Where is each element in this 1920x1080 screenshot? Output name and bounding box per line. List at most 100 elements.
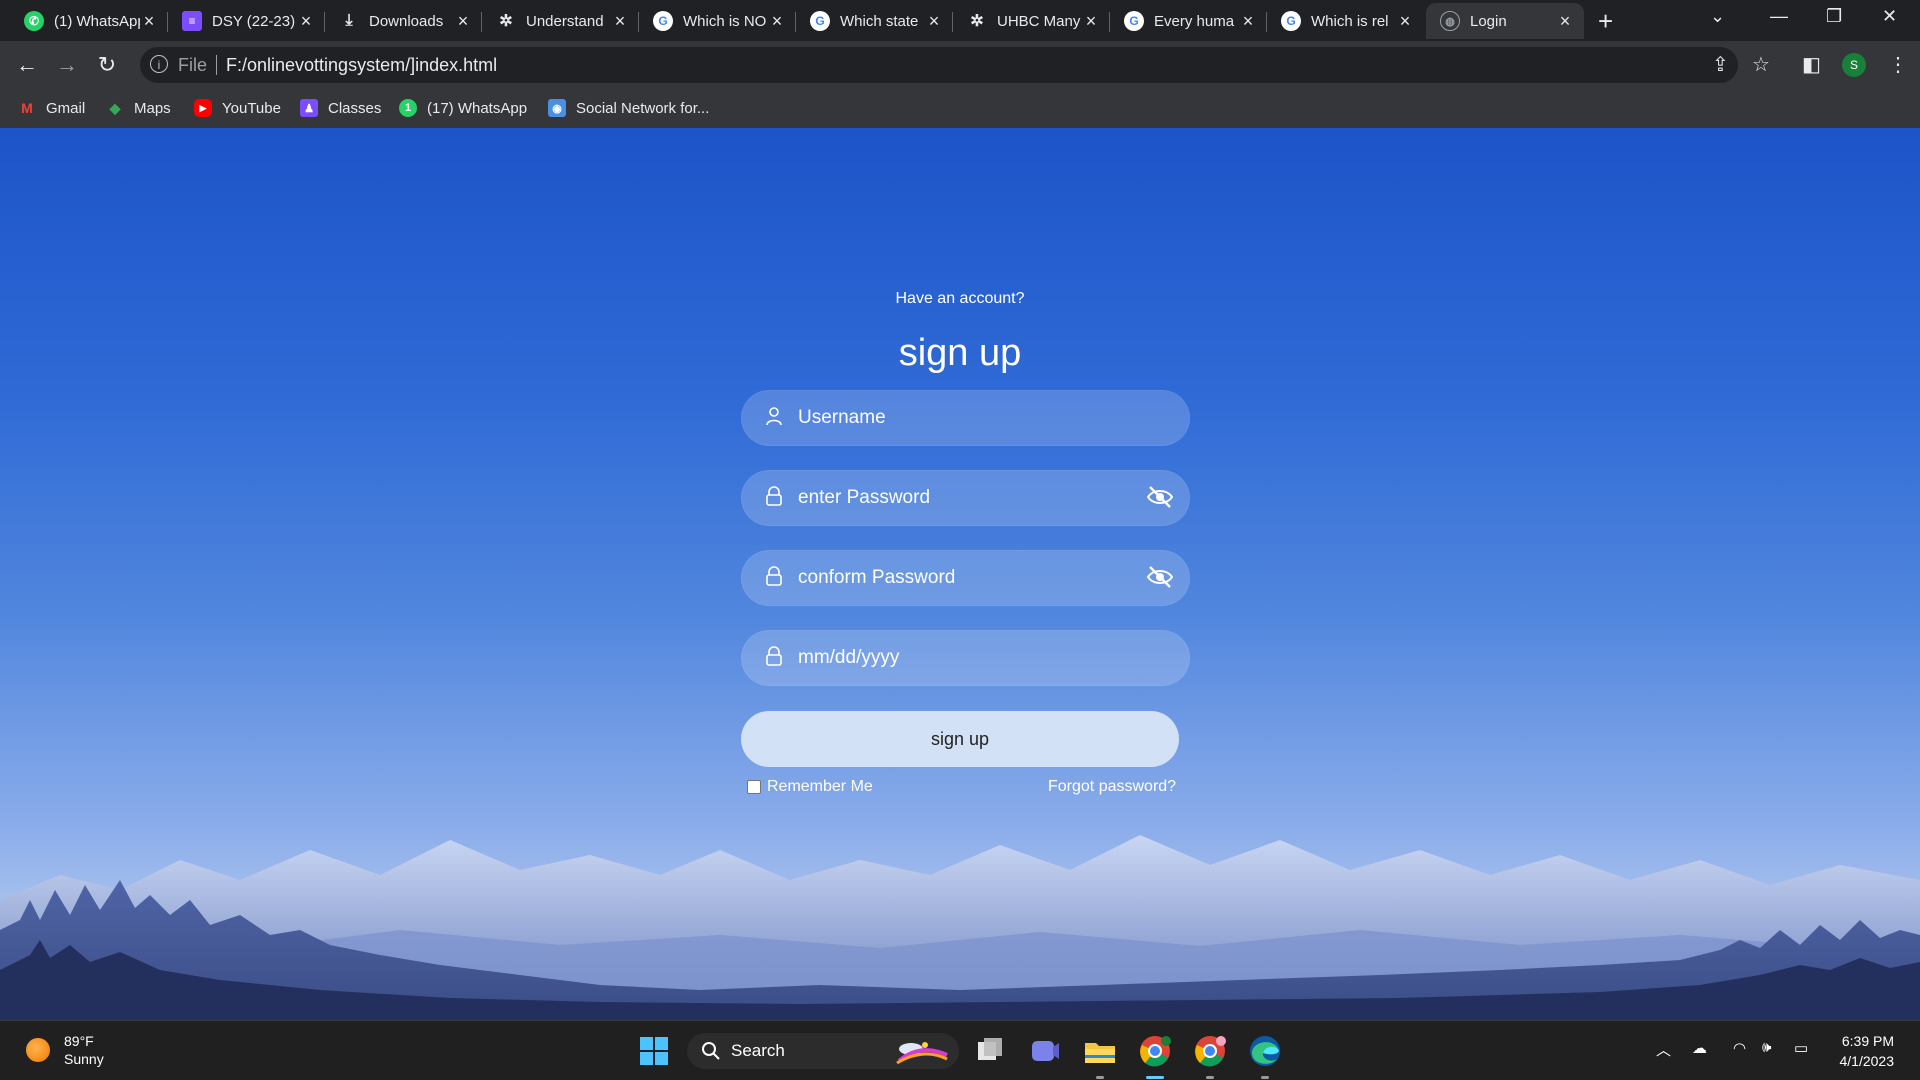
close-icon[interactable]: ×: [140, 11, 158, 32]
tab-title: Which state: [840, 12, 919, 30]
lock-icon: [766, 486, 782, 506]
share-icon[interactable]: ⇪: [1712, 52, 1729, 77]
social-network-icon: ◉: [548, 99, 566, 117]
url-divider: [216, 55, 217, 75]
remember-me-checkbox[interactable]: [747, 780, 761, 794]
tab-dsy[interactable]: ≡ DSY (22-23) ×: [168, 3, 325, 39]
taskbar-search[interactable]: Search: [687, 1033, 959, 1069]
date-field[interactable]: mm/dd/yyyy: [741, 630, 1190, 686]
bookmark-star-icon[interactable]: ☆: [1752, 52, 1770, 77]
bookmark-classes[interactable]: ♟ Classes: [300, 97, 381, 119]
tab-search-icon[interactable]: ⌄: [1710, 6, 1725, 27]
chrome-icon[interactable]: [1137, 1033, 1173, 1069]
tab-title: UHBC Many: [997, 12, 1081, 30]
bookmark-label: Maps: [134, 99, 171, 117]
weather-widget[interactable]: 89°F Sunny: [26, 1032, 104, 1068]
tab-which-is-no[interactable]: G Which is NO ×: [639, 3, 796, 39]
close-icon[interactable]: ×: [1082, 11, 1100, 32]
tab-title: Downloads: [369, 12, 444, 30]
page-title: sign up: [898, 332, 1022, 374]
tab-title: Which is rel: [1311, 12, 1389, 30]
tab-whatsapp[interactable]: ✆ (1) WhatsApp ×: [10, 3, 168, 39]
chrome-profile-icon[interactable]: [1192, 1033, 1228, 1069]
bookmark-maps[interactable]: ◆ Maps: [106, 97, 171, 119]
show-hidden-icons-icon[interactable]: ︿: [1656, 1039, 1671, 1060]
eye-slash-icon[interactable]: [1146, 564, 1174, 590]
tab-understand[interactable]: ✲ Understand ×: [482, 3, 639, 39]
bookmark-gmail[interactable]: M Gmail: [18, 97, 85, 119]
running-indicator: [1146, 1076, 1164, 1079]
list-icon: ≡: [182, 11, 202, 31]
bookmarks-bar: M Gmail ◆ Maps ▶ YouTube ♟ Classes 1 (17…: [0, 89, 1920, 129]
google-icon: G: [1124, 11, 1144, 31]
lock-icon: [766, 646, 782, 666]
url-text[interactable]: F:/onlinevottingsystem/]index.html: [226, 55, 497, 76]
tab-which-is-rel[interactable]: G Which is rel ×: [1267, 3, 1424, 39]
bookmark-youtube[interactable]: ▶ YouTube: [194, 97, 281, 119]
more-menu-icon[interactable]: ⋮: [1888, 52, 1908, 77]
tab-every-human[interactable]: G Every huma ×: [1110, 3, 1267, 39]
volume-icon[interactable]: 🕪: [1762, 1039, 1771, 1056]
close-icon[interactable]: ×: [611, 11, 629, 32]
download-icon: ⤓: [345, 12, 353, 29]
windows-start-icon[interactable]: [636, 1033, 672, 1069]
info-icon[interactable]: i: [150, 55, 168, 73]
tab-which-state[interactable]: G Which state ×: [796, 3, 953, 39]
remember-me-label: Remember Me: [767, 778, 873, 795]
forward-icon[interactable]: →: [53, 51, 81, 79]
battery-icon[interactable]: ▭: [1794, 1039, 1808, 1057]
bookmark-label: YouTube: [222, 99, 281, 117]
close-icon[interactable]: ×: [1556, 11, 1574, 32]
openai-icon: ✲: [499, 13, 513, 30]
teams-chat-icon[interactable]: [1027, 1033, 1063, 1069]
sign-up-button[interactable]: sign up: [741, 711, 1179, 767]
close-icon[interactable]: ×: [297, 11, 315, 32]
close-icon[interactable]: ×: [768, 11, 786, 32]
lock-icon: [766, 566, 782, 586]
tab-title: (1) WhatsApp: [54, 12, 140, 30]
restore-icon[interactable]: ❐: [1826, 6, 1842, 27]
eye-slash-icon[interactable]: [1146, 484, 1174, 510]
google-icon: G: [1281, 11, 1301, 31]
new-tab-button[interactable]: +: [1598, 6, 1613, 37]
onedrive-icon[interactable]: ☁: [1692, 1039, 1707, 1057]
openai-icon: ✲: [970, 13, 984, 30]
reload-icon[interactable]: ↻: [93, 51, 121, 79]
close-icon[interactable]: ×: [454, 11, 472, 32]
remember-me[interactable]: Remember Me: [747, 778, 873, 796]
edge-icon[interactable]: [1247, 1033, 1283, 1069]
window-close-icon[interactable]: ✕: [1882, 6, 1897, 27]
confirm-password-field[interactable]: conform Password: [741, 550, 1190, 606]
task-view-icon[interactable]: [972, 1033, 1008, 1069]
bookmark-social-network[interactable]: ◉ Social Network for...: [548, 97, 709, 119]
wifi-icon[interactable]: ◠: [1733, 1039, 1746, 1057]
side-panel-icon[interactable]: ◧: [1802, 52, 1821, 77]
close-icon[interactable]: ×: [1396, 11, 1414, 32]
tab-title: Which is NO: [683, 12, 767, 30]
mountain-landscape: [0, 835, 1920, 1020]
file-explorer-icon[interactable]: [1082, 1033, 1118, 1069]
bookmark-label: (17) WhatsApp: [427, 99, 528, 117]
windows-taskbar: 89°F Sunny Search ︿ ☁ ◠ 🕪 ▭ 6:39 PM 4/1/…: [0, 1020, 1920, 1080]
back-icon[interactable]: ←: [13, 51, 41, 79]
confirm-password-placeholder: conform Password: [798, 567, 956, 588]
close-icon[interactable]: ×: [925, 11, 943, 32]
close-icon[interactable]: ×: [1239, 11, 1257, 32]
sun-icon: [26, 1038, 50, 1062]
tab-title: DSY (22-23): [212, 12, 296, 30]
forgot-password-link[interactable]: Forgot password?: [1048, 778, 1176, 796]
username-placeholder: Username: [798, 407, 886, 428]
minimize-icon[interactable]: —: [1770, 6, 1788, 27]
system-clock[interactable]: 6:39 PM 4/1/2023: [1834, 1031, 1895, 1071]
tab-uhbc[interactable]: ✲ UHBC Many ×: [953, 3, 1110, 39]
whatsapp-icon: ✆: [24, 11, 44, 31]
profile-avatar[interactable]: S: [1842, 53, 1866, 77]
bookmark-whatsapp[interactable]: 1 (17) WhatsApp: [399, 97, 527, 119]
weather-temp: 89°F: [64, 1033, 94, 1049]
tab-login[interactable]: ◍ Login ×: [1426, 3, 1584, 39]
browser-tab-strip: ✆ (1) WhatsApp × ≡ DSY (22-23) × ⤓ Downl…: [0, 0, 1920, 41]
username-field[interactable]: Username: [741, 390, 1190, 446]
tab-downloads[interactable]: ⤓ Downloads ×: [325, 3, 482, 39]
address-bar[interactable]: i File F:/onlinevottingsystem/]index.htm…: [140, 47, 1738, 83]
password-field[interactable]: enter Password: [741, 470, 1190, 526]
